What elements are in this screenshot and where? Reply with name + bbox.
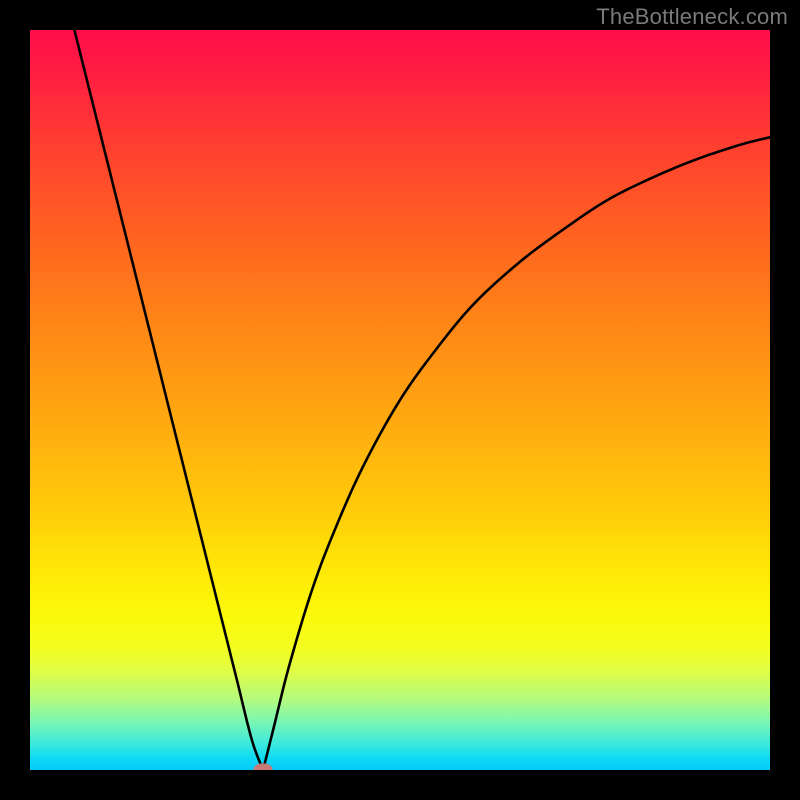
- chart-frame: TheBottleneck.com: [0, 0, 800, 800]
- minimum-marker: [254, 764, 273, 771]
- bottleneck-curve: [74, 30, 770, 770]
- watermark-text: TheBottleneck.com: [596, 4, 788, 30]
- curve-svg: [30, 30, 770, 770]
- plot-area: [30, 30, 770, 770]
